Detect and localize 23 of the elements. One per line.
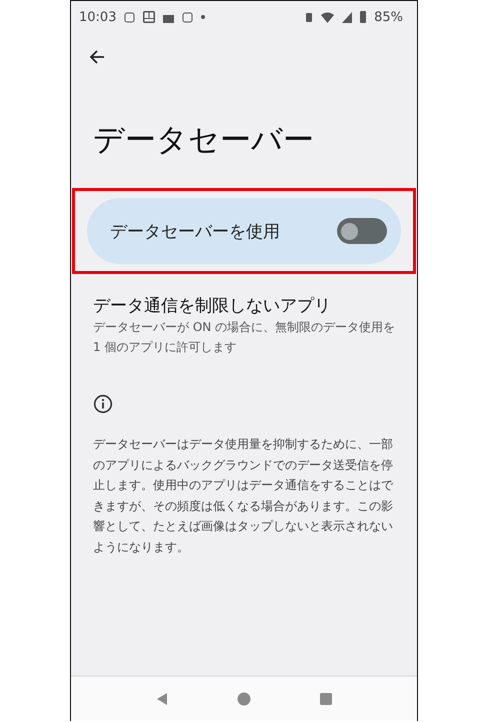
back-arrow-icon[interactable] xyxy=(88,48,106,66)
status-time: 10:03 xyxy=(79,10,116,24)
recents-icon[interactable] xyxy=(319,692,333,706)
app-notification-icon xyxy=(124,12,136,22)
signal-icon xyxy=(342,12,352,22)
toggle-switch[interactable] xyxy=(337,218,387,244)
toggle-row[interactable]: データセーバーを使用 xyxy=(87,198,401,264)
info-text: データセーバーはデータ使用量を抑制するために、一部のアプリによるバックグラウンドでのデータ送受信を停止します。使用中のアプリはデータ通信をすることはできますが、その頻度は低くなる場合があります。この影響として、たとえば画像はタップしないと表示されないようになります。 xyxy=(93,436,394,556)
home-icon[interactable] xyxy=(237,692,251,706)
vibrate-icon xyxy=(305,12,314,22)
app-notification-icon xyxy=(182,12,194,22)
item-summary: データセーバーが ON の場合に、無制限のデータ使用を 1 個のアプリに許可します xyxy=(93,319,396,356)
info-icon xyxy=(93,394,113,414)
back-icon[interactable] xyxy=(155,692,169,706)
battery-icon xyxy=(360,11,366,23)
page-title: データセーバー xyxy=(93,121,315,160)
battery-percent: 85% xyxy=(374,10,403,24)
unrestricted-apps-item[interactable]: データ通信を制限しないアプリ データセーバーが ON の場合に、無制限のデータ使用を 1 個のアプリに許可します xyxy=(93,295,399,357)
toggle-label: データセーバーを使用 xyxy=(110,220,281,242)
item-title: データ通信を制限しないアプリ xyxy=(93,295,332,317)
dot-icon xyxy=(201,15,206,19)
wifi-icon xyxy=(321,12,334,22)
panel-notification-icon xyxy=(143,11,156,23)
